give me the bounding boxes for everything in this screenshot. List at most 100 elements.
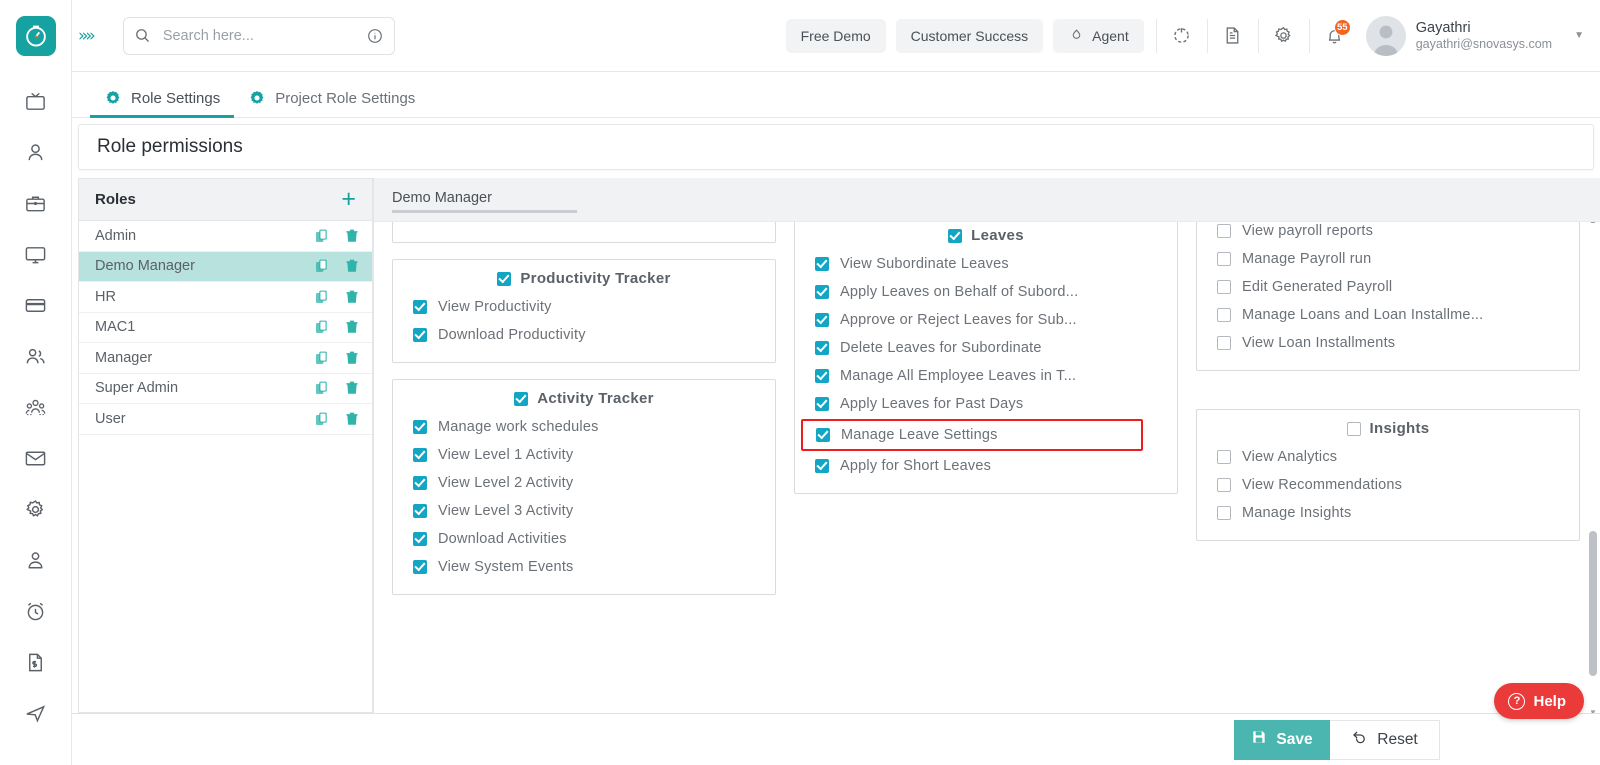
permission-option-manage-payroll-run[interactable]: Manage Payroll run bbox=[1197, 245, 1579, 273]
checkbox-checked[interactable] bbox=[815, 459, 829, 473]
permission-option-view-level-3-activity[interactable]: View Level 3 Activity bbox=[393, 497, 775, 525]
trash-icon[interactable] bbox=[344, 319, 360, 335]
checkbox-unchecked[interactable] bbox=[1217, 224, 1231, 238]
checkbox-unchecked[interactable] bbox=[1217, 478, 1231, 492]
checkbox-unchecked[interactable] bbox=[1347, 422, 1361, 436]
card-title-leaves[interactable]: Leaves bbox=[795, 227, 1177, 244]
trash-icon[interactable] bbox=[344, 411, 360, 427]
reset-button[interactable]: Reset bbox=[1330, 720, 1440, 760]
copy-icon[interactable] bbox=[314, 228, 330, 244]
sidebar-item-user-circle[interactable] bbox=[0, 535, 72, 586]
copy-icon[interactable] bbox=[314, 411, 330, 427]
checkbox-checked[interactable] bbox=[816, 428, 830, 442]
sidebar-item-monitor[interactable] bbox=[0, 229, 72, 280]
trash-icon[interactable] bbox=[344, 289, 360, 305]
chevron-down-icon[interactable]: ▼ bbox=[1574, 30, 1584, 41]
sidebar-item-briefcase[interactable] bbox=[0, 178, 72, 229]
scrollbar-thumb[interactable] bbox=[1589, 531, 1597, 676]
checkbox-checked[interactable] bbox=[815, 341, 829, 355]
permission-option-manage-loans[interactable]: Manage Loans and Loan Installme... bbox=[1197, 301, 1579, 329]
permission-option-manage-leave-settings[interactable]: Manage Leave Settings bbox=[801, 419, 1143, 451]
permission-option-apply-for-short-leaves[interactable]: Apply for Short Leaves bbox=[795, 452, 1177, 480]
sidebar-item-envelope[interactable] bbox=[0, 433, 72, 484]
checkbox-unchecked[interactable] bbox=[1217, 252, 1231, 266]
customer-success-button[interactable]: Customer Success bbox=[896, 19, 1043, 53]
checkbox-unchecked[interactable] bbox=[1217, 336, 1231, 350]
role-row-demo-manager[interactable]: Demo Manager bbox=[79, 252, 372, 283]
save-button[interactable]: Save bbox=[1234, 720, 1330, 760]
document-icon[interactable] bbox=[1210, 13, 1256, 59]
sidebar-item-alarm-clock[interactable] bbox=[0, 586, 72, 637]
checkbox-unchecked[interactable] bbox=[1217, 308, 1231, 322]
add-role-button[interactable]: + bbox=[341, 187, 356, 212]
checkbox-checked[interactable] bbox=[514, 392, 528, 406]
checkbox-checked[interactable] bbox=[413, 300, 427, 314]
permission-option-manage-insights[interactable]: Manage Insights bbox=[1197, 499, 1579, 527]
search-bar[interactable] bbox=[123, 17, 395, 55]
checkbox-checked[interactable] bbox=[413, 504, 427, 518]
trash-icon[interactable] bbox=[344, 228, 360, 244]
permission-option-approve-or-reject-leaves[interactable]: Approve or Reject Leaves for Sub... bbox=[795, 306, 1177, 334]
copy-icon[interactable] bbox=[314, 289, 330, 305]
copy-icon[interactable] bbox=[314, 380, 330, 396]
permission-option-manage-work-schedules[interactable]: Manage work schedules bbox=[393, 413, 775, 441]
tab-role-settings[interactable]: Role Settings bbox=[90, 89, 234, 117]
permissions-scrollbar[interactable]: ▲ ▼ bbox=[1589, 226, 1597, 707]
checkbox-checked[interactable] bbox=[948, 229, 962, 243]
permission-option-download-productivity[interactable]: Download Productivity bbox=[393, 321, 775, 349]
copy-icon[interactable] bbox=[314, 350, 330, 366]
role-row-mac1[interactable]: MAC1 bbox=[79, 313, 372, 344]
checkbox-unchecked[interactable] bbox=[1217, 450, 1231, 464]
sidebar-item-invoice-dollar[interactable] bbox=[0, 637, 72, 688]
trash-icon[interactable] bbox=[344, 350, 360, 366]
permission-option-edit-generated-payroll[interactable]: Edit Generated Payroll bbox=[1197, 273, 1579, 301]
search-input[interactable] bbox=[163, 28, 366, 44]
checkbox-unchecked[interactable] bbox=[1217, 506, 1231, 520]
permission-option-view-analytics[interactable]: View Analytics bbox=[1197, 443, 1579, 471]
role-row-super-admin[interactable]: Super Admin bbox=[79, 374, 372, 405]
notification-bell-icon[interactable]: 55 bbox=[1312, 13, 1358, 59]
checkbox-checked[interactable] bbox=[413, 328, 427, 342]
checkbox-checked[interactable] bbox=[413, 448, 427, 462]
checkbox-checked[interactable] bbox=[413, 420, 427, 434]
role-row-manager[interactable]: Manager bbox=[79, 343, 372, 374]
expand-sidebar-icon[interactable]: »» bbox=[72, 26, 103, 46]
settings-gear-icon[interactable] bbox=[1261, 13, 1307, 59]
checkbox-checked[interactable] bbox=[497, 272, 511, 286]
permission-option-view-system-events[interactable]: View System Events bbox=[393, 553, 775, 581]
sidebar-item-send[interactable] bbox=[0, 688, 72, 739]
permission-option-delete-leaves-for-subordinate[interactable]: Delete Leaves for Subordinate bbox=[795, 334, 1177, 362]
checkbox-checked[interactable] bbox=[815, 257, 829, 271]
permission-option-view-level-1-activity[interactable]: View Level 1 Activity bbox=[393, 441, 775, 469]
sidebar-item-two-people[interactable] bbox=[0, 331, 72, 382]
checkbox-checked[interactable] bbox=[815, 285, 829, 299]
copy-icon[interactable] bbox=[314, 258, 330, 274]
trash-icon[interactable] bbox=[344, 258, 360, 274]
refresh-icon[interactable] bbox=[1159, 13, 1205, 59]
help-button[interactable]: ? Help bbox=[1494, 683, 1584, 719]
card-title-insights[interactable]: Insights bbox=[1197, 420, 1579, 437]
checkbox-checked[interactable] bbox=[815, 313, 829, 327]
card-title-activity-tracker[interactable]: Activity Tracker bbox=[393, 390, 775, 407]
role-row-user[interactable]: User bbox=[79, 404, 372, 435]
info-icon[interactable] bbox=[366, 27, 384, 45]
checkbox-checked[interactable] bbox=[815, 369, 829, 383]
app-logo[interactable] bbox=[0, 0, 72, 72]
permission-option-view-level-2-activity[interactable]: View Level 2 Activity bbox=[393, 469, 775, 497]
permission-option-manage-all-employee-leaves[interactable]: Manage All Employee Leaves in T... bbox=[795, 362, 1177, 390]
permission-option-view-productivity[interactable]: View Productivity bbox=[393, 293, 775, 321]
checkbox-checked[interactable] bbox=[413, 560, 427, 574]
sidebar-item-gear[interactable] bbox=[0, 484, 72, 535]
permission-option-apply-leaves-for-past-days[interactable]: Apply Leaves for Past Days bbox=[795, 390, 1177, 418]
user-menu[interactable]: Gayathri gayathri@snovasys.com ▼ bbox=[1366, 16, 1584, 56]
role-row-admin[interactable]: Admin bbox=[79, 221, 372, 252]
permission-option-view-subordinate-leaves[interactable]: View Subordinate Leaves bbox=[795, 250, 1177, 278]
sidebar-item-group-team[interactable] bbox=[0, 382, 72, 433]
permission-option-apply-leaves-on-behalf[interactable]: Apply Leaves on Behalf of Subord... bbox=[795, 278, 1177, 306]
checkbox-checked[interactable] bbox=[815, 397, 829, 411]
copy-icon[interactable] bbox=[314, 319, 330, 335]
role-row-hr[interactable]: HR bbox=[79, 282, 372, 313]
checkbox-checked[interactable] bbox=[413, 476, 427, 490]
sidebar-item-tv-dashboard[interactable] bbox=[0, 76, 72, 127]
sidebar-item-credit-card[interactable] bbox=[0, 280, 72, 331]
